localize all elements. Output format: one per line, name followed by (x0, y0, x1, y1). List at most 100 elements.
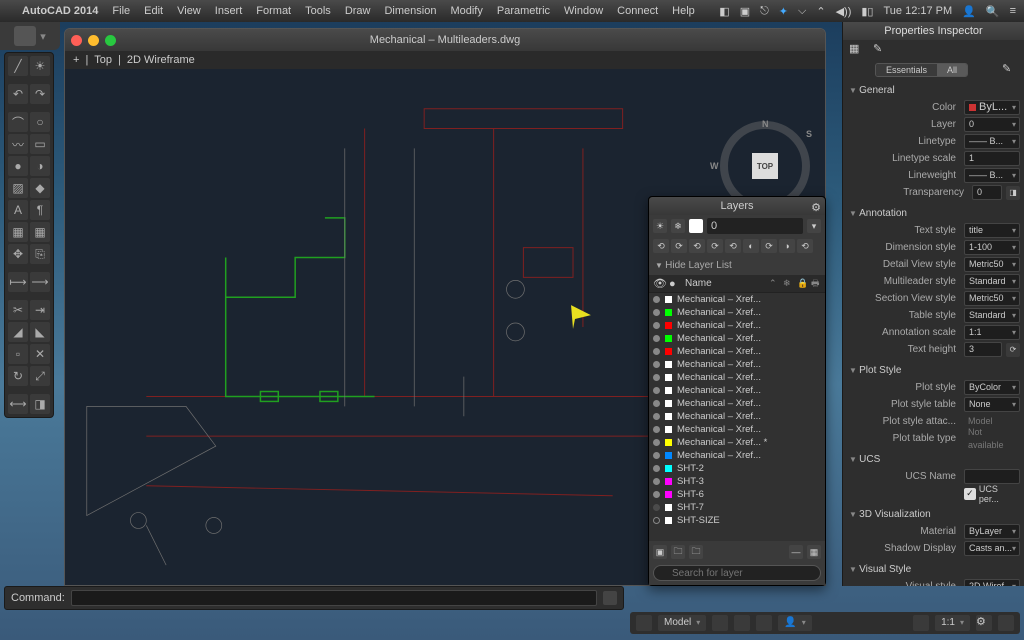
hatch-tool[interactable]: ▨ (8, 178, 28, 198)
prop-sectionstyle[interactable]: Metric50 (964, 291, 1020, 306)
layer-row[interactable]: Mechanical – Xref... (649, 306, 825, 319)
bluetooth-icon[interactable]: ⌵ (798, 5, 806, 18)
status-grid-icon[interactable] (712, 615, 728, 631)
layer-row[interactable]: Mechanical – Xref... (649, 449, 825, 462)
sect-plotstyle[interactable]: Plot Style (843, 362, 1024, 379)
battery-icon[interactable]: ▮▯ (861, 5, 873, 18)
layer-filter-2[interactable]: ⟳ (671, 239, 687, 253)
prop-transparency[interactable]: 0 (972, 185, 1002, 200)
prop-ltscale[interactable]: 1 (964, 151, 1020, 166)
layer-filter-5[interactable]: ⟲ (725, 239, 741, 253)
props-tabs[interactable]: Essentials All (875, 63, 968, 77)
arc-tool[interactable]: ⌒ (8, 112, 28, 132)
prop-dimstyle[interactable]: 1-100 (964, 240, 1020, 255)
current-layer-combo[interactable]: 0 (707, 218, 803, 234)
menu-view[interactable]: View (177, 5, 201, 17)
status-snap-icon[interactable] (734, 615, 750, 631)
status-scale[interactable]: 1:1 (935, 615, 970, 631)
layer-row[interactable]: Mechanical – Xref... (649, 332, 825, 345)
rotate-tool[interactable]: ↻ (8, 366, 28, 386)
status-model[interactable]: Model (658, 615, 706, 631)
status-ortho-icon[interactable] (756, 615, 772, 631)
props-title[interactable]: Properties Inspector (843, 22, 1024, 40)
volume-icon[interactable]: ◀)) (836, 5, 852, 18)
viewcube-face[interactable]: TOP (752, 153, 778, 179)
user-icon[interactable]: 👤 (962, 5, 976, 18)
prop-lineweight[interactable]: —— B... (964, 168, 1020, 183)
layer-row[interactable]: Mechanical – Xref... (649, 423, 825, 436)
layer-filter-7[interactable]: ⟳ (761, 239, 777, 253)
menu-parametric[interactable]: Parametric (497, 5, 550, 17)
menu-file[interactable]: File (112, 5, 130, 17)
nav-view[interactable]: Top (94, 54, 112, 66)
nav-plus-icon[interactable]: + (73, 54, 79, 66)
layer-filter-9[interactable]: ⟲ (797, 239, 813, 253)
layer-row[interactable]: SHT-SIZE (649, 514, 825, 527)
status-person[interactable]: 👤 (778, 615, 811, 631)
prop-annoscale[interactable]: 1:1 (964, 325, 1020, 340)
status-layout-icon[interactable] (636, 615, 652, 631)
layer-filter-3[interactable]: ⟲ (689, 239, 705, 253)
circle-tool[interactable]: ○ (30, 112, 50, 132)
status-anno-icon[interactable] (913, 615, 929, 631)
layer-row[interactable]: Mechanical – Xref... (649, 410, 825, 423)
menu-insert[interactable]: Insert (215, 5, 243, 17)
prop-textheight[interactable]: 3 (964, 342, 1002, 357)
redo-tool[interactable]: ↷ (30, 84, 50, 104)
layer-col-icon[interactable]: 🔒 (797, 278, 807, 289)
area-tool[interactable]: ◨ (30, 394, 50, 414)
prop-mleaderstyle[interactable]: Standard (964, 274, 1020, 289)
layer-state-icon[interactable]: ☀ (653, 219, 667, 233)
app-name[interactable]: AutoCAD 2014 (22, 5, 98, 17)
menu-window[interactable]: Window (564, 5, 603, 17)
layer-row[interactable]: Mechanical – Xref... (649, 345, 825, 358)
spline-tool[interactable]: 〰 (8, 134, 28, 154)
qat-dropdown-icon[interactable]: ▾ (40, 30, 46, 43)
line-tool[interactable]: ╱ (8, 56, 28, 76)
layer-list[interactable]: Mechanical – Xref...Mechanical – Xref...… (649, 293, 825, 541)
erase-tool[interactable]: ▫ (8, 344, 28, 364)
nav-style[interactable]: 2D Wireframe (127, 54, 195, 66)
layer-dropdown-icon[interactable]: ▾ (807, 219, 821, 233)
extend-tool[interactable]: ⇥ (30, 300, 50, 320)
region-tool[interactable]: ▦ (30, 222, 50, 242)
new-group-icon[interactable]: 🗀 (671, 545, 685, 559)
layer-row[interactable]: Mechanical – Xref... (649, 397, 825, 410)
mtext-tool[interactable]: ¶ (30, 200, 50, 220)
wifi-icon[interactable]: ⌃ (816, 5, 825, 18)
layer-row[interactable]: Mechanical – Xref... * (649, 436, 825, 449)
name-col[interactable]: Name (685, 278, 765, 289)
menu-format[interactable]: Format (256, 5, 291, 17)
ucs-per-checkbox[interactable]: ✓ (964, 488, 976, 500)
command-input[interactable] (71, 590, 597, 606)
layer-color-icon[interactable] (689, 219, 703, 233)
prop-visualstyle[interactable]: 2D Wiref... (964, 579, 1020, 586)
layer-row[interactable]: Mechanical – Xref... (649, 293, 825, 306)
copy-tool[interactable]: ⎘ (30, 244, 50, 264)
rect-tool[interactable]: ▭ (30, 134, 50, 154)
ellipse-tool[interactable]: ● (8, 156, 28, 176)
edit-icon[interactable]: ✎ (1002, 62, 1018, 78)
props-icon1[interactable]: ▦ (849, 42, 865, 58)
menu-tools[interactable]: Tools (305, 5, 331, 17)
dim-tool[interactable]: ⟼ (8, 272, 28, 292)
prop-linetype[interactable]: —— B... (964, 134, 1020, 149)
menu-connect[interactable]: Connect (617, 5, 658, 17)
layer-row[interactable]: SHT-2 (649, 462, 825, 475)
layer-row[interactable]: Mechanical – Xref... (649, 384, 825, 397)
layer-lock-icon[interactable]: ❄ (671, 219, 685, 233)
sect-3dviz[interactable]: 3D Visualization (843, 506, 1024, 523)
undo-tool[interactable]: ↶ (8, 84, 28, 104)
point-tool[interactable]: ◑ (30, 156, 50, 176)
prop-plotstyle[interactable]: ByColor (964, 380, 1020, 395)
prop-tablestyle[interactable]: Standard (964, 308, 1020, 323)
status-workspace-icon[interactable] (998, 615, 1014, 631)
settings-icon[interactable]: ▦ (807, 545, 821, 559)
text-tool[interactable]: A (8, 200, 28, 220)
freeze-col-icon[interactable]: ● (669, 278, 681, 290)
menuextra-icon[interactable]: ✦ (779, 5, 788, 18)
tab-essentials[interactable]: Essentials (876, 64, 937, 76)
props-icon2[interactable]: ✎ (873, 42, 889, 58)
layer-row[interactable]: SHT-7 (649, 501, 825, 514)
gradient-tool[interactable]: ◆ (30, 178, 50, 198)
